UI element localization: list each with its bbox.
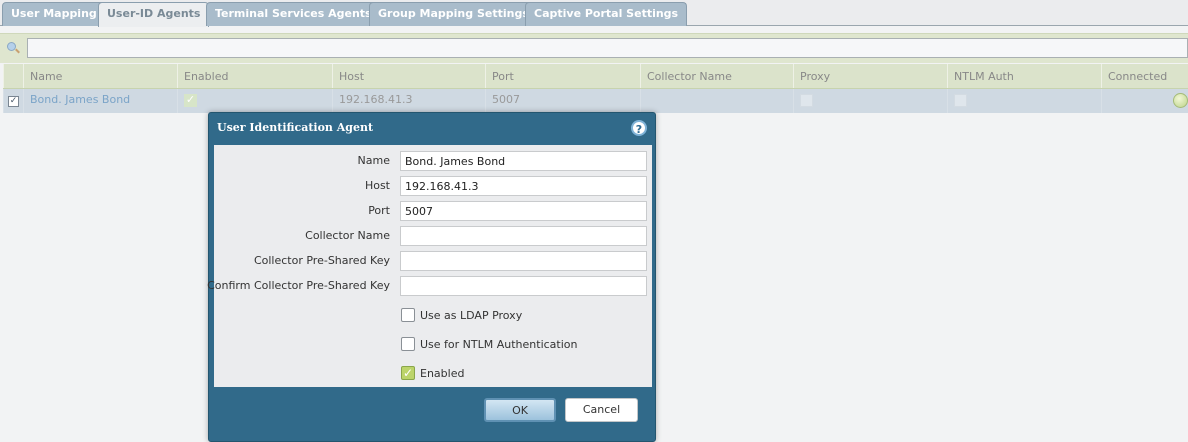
agent-name-link[interactable]: Bond. James Bond (23, 89, 177, 113)
ldap-proxy-checkbox[interactable] (401, 308, 415, 322)
connected-cell (1101, 89, 1188, 113)
tab-group-mapping-settings[interactable]: Group Mapping Settings (369, 2, 538, 26)
row-select-cell[interactable]: ✓ (3, 89, 23, 113)
column-header-collector-name[interactable]: Collector Name (640, 64, 793, 88)
host-field[interactable] (400, 176, 647, 196)
collector-psk-field[interactable] (400, 251, 647, 271)
confirm-collector-psk-label: Confirm Collector Pre-Shared Key (207, 279, 390, 292)
name-field[interactable] (400, 151, 647, 171)
dialog-title: User Identification Agent (217, 121, 374, 134)
ldap-proxy-label: Use as LDAP Proxy (420, 309, 523, 322)
tab-terminal-services-agents[interactable]: Terminal Services Agents (206, 2, 381, 26)
row-select-checkbox[interactable]: ✓ (8, 96, 19, 107)
column-header-port[interactable]: Port (485, 64, 640, 88)
host-label: Host (364, 179, 390, 192)
port-label: Port (368, 204, 390, 217)
ntlm-checkbox-icon (954, 93, 967, 107)
collector-name-field[interactable] (400, 226, 647, 246)
host-cell: 192.168.41.3 (332, 89, 485, 113)
collector-name-cell (640, 89, 793, 113)
help-icon[interactable]: ? (631, 120, 647, 136)
ntlm-auth-cell (947, 89, 1101, 113)
name-label: Name (357, 154, 390, 167)
connected-status-icon (1173, 93, 1188, 108)
tab-user-mapping[interactable]: User Mapping (2, 2, 106, 26)
confirm-collector-psk-field[interactable] (400, 276, 647, 296)
tab-bar: User Mapping User-ID Agents Terminal Ser… (0, 0, 1188, 27)
port-field[interactable] (400, 201, 647, 221)
dialog-body: Name Host Port Collector Name Collector … (207, 145, 652, 387)
collector-name-label: Collector Name (305, 229, 390, 242)
enabled-checkbox[interactable]: ✓ (401, 366, 415, 380)
search-icon (7, 42, 16, 51)
enabled-check-icon: ✓ (184, 92, 197, 107)
proxy-cell (793, 89, 947, 113)
tab-user-id-agents[interactable]: User-ID Agents (98, 2, 210, 27)
column-header-enabled[interactable]: Enabled (177, 64, 332, 88)
collector-psk-label: Collector Pre-Shared Key (253, 254, 390, 267)
cancel-button[interactable]: Cancel (565, 398, 638, 422)
column-header-proxy[interactable]: Proxy (793, 64, 947, 88)
column-header-name[interactable]: Name (23, 64, 177, 88)
select-column-header[interactable] (3, 64, 23, 88)
ok-button[interactable]: OK (484, 398, 556, 422)
filter-toolbar (0, 33, 1188, 63)
agents-table: Name Enabled Host Port Collector Name Pr… (3, 64, 1188, 113)
proxy-checkbox-icon (800, 93, 813, 107)
ntlm-authentication-label: Use for NTLM Authentication (420, 338, 578, 351)
user-identification-agent-dialog: User Identification Agent ? Name Host Po… (207, 112, 656, 442)
column-header-host[interactable]: Host (332, 64, 485, 88)
enabled-cell: ✓ (177, 89, 332, 113)
tab-captive-portal-settings[interactable]: Captive Portal Settings (525, 2, 688, 26)
table-header: Name Enabled Host Port Collector Name Pr… (3, 64, 1188, 89)
table-row[interactable]: ✓ Bond. James Bond ✓ 192.168.41.3 5007 (3, 89, 1188, 113)
search-input[interactable] (27, 38, 1188, 58)
port-cell: 5007 (485, 89, 640, 113)
enabled-label: Enabled (420, 367, 465, 380)
ntlm-authentication-checkbox[interactable] (401, 337, 415, 351)
column-header-connected[interactable]: Connected (1101, 64, 1188, 88)
column-header-ntlm-auth[interactable]: NTLM Auth (947, 64, 1101, 88)
